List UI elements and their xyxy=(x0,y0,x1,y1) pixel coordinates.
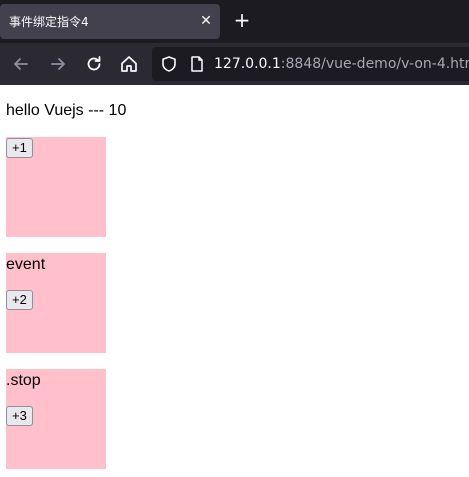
url-text[interactable]: 127.0.0.1:8848/vue-demo/v-on-4.html xyxy=(214,56,469,72)
hello-text: hello Vuejs --- 10 xyxy=(6,102,127,119)
pink-box-3[interactable]: .stop +3 xyxy=(6,369,106,469)
back-icon[interactable] xyxy=(10,53,32,75)
forward-icon[interactable] xyxy=(47,53,69,75)
pink-box-1[interactable]: +1 xyxy=(6,137,106,237)
page-info-icon[interactable] xyxy=(189,55,205,73)
page-content: hello Vuejs --- 10 +1 event +2 .stop +3 xyxy=(0,85,469,477)
url-host: 127.0.0.1 xyxy=(214,56,281,72)
pink-box-2[interactable]: event +2 xyxy=(6,253,106,353)
box-label: .stop xyxy=(6,372,41,389)
increment-1-button[interactable]: +1 xyxy=(6,138,33,158)
url-path: :8848/vue-demo/v-on-4.html xyxy=(280,56,469,72)
increment-3-button[interactable]: +3 xyxy=(6,406,33,426)
shield-icon[interactable] xyxy=(160,55,178,73)
navigation-bar: 127.0.0.1:8848/vue-demo/v-on-4.html xyxy=(0,43,469,85)
home-icon[interactable] xyxy=(118,53,140,75)
new-tab-icon[interactable]: + xyxy=(231,9,253,31)
tab-strip: 事件绑定指令4 ✕ + xyxy=(0,0,469,43)
tab-title: 事件绑定指令4 xyxy=(9,15,89,29)
active-tab[interactable]: 事件绑定指令4 ✕ xyxy=(0,4,220,39)
close-tab-icon[interactable]: ✕ xyxy=(199,12,213,30)
reload-icon[interactable] xyxy=(83,53,105,75)
increment-2-button[interactable]: +2 xyxy=(6,290,33,310)
url-bar[interactable]: 127.0.0.1:8848/vue-demo/v-on-4.html xyxy=(152,47,469,81)
box-label: event xyxy=(6,256,46,273)
